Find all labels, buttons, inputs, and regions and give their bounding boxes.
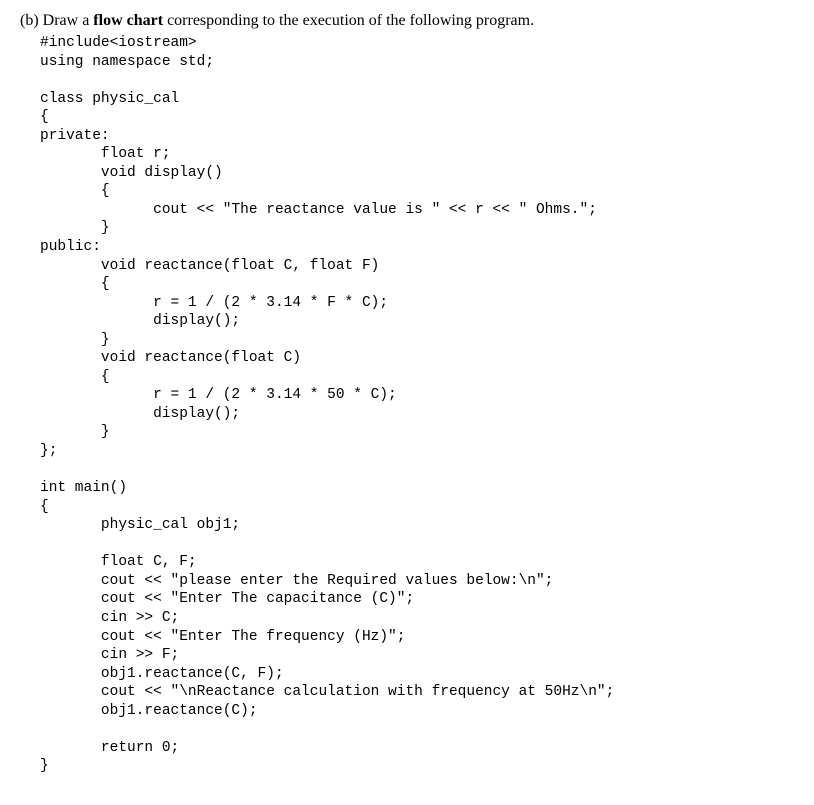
code-line: #include<iostream>: [40, 35, 197, 51]
code-line: float r;: [40, 146, 171, 162]
code-line: r = 1 / (2 * 3.14 * 50 * C);: [40, 387, 397, 403]
question-prefix: Draw a: [43, 12, 94, 29]
code-line: {: [40, 183, 110, 199]
code-line: void reactance(float C, float F): [40, 258, 379, 274]
question-prompt: (b) Draw a flow chart corresponding to t…: [20, 12, 794, 30]
code-line: cout << "Enter The frequency (Hz)";: [40, 629, 405, 645]
code-line: int main(): [40, 480, 127, 496]
question-suffix: corresponding to the execution of the fo…: [163, 12, 534, 29]
code-line: obj1.reactance(C);: [40, 703, 258, 719]
code-line: }: [40, 220, 110, 236]
code-line: using namespace std;: [40, 54, 214, 70]
question-label: (b): [20, 12, 43, 29]
code-line: float C, F;: [40, 554, 197, 570]
code-line: display();: [40, 406, 240, 422]
code-line: display();: [40, 313, 240, 329]
code-block: #include<iostream> using namespace std; …: [40, 34, 794, 776]
code-line: private:: [40, 128, 110, 144]
code-line: public:: [40, 239, 101, 255]
code-line: };: [40, 443, 57, 459]
code-line: void reactance(float C): [40, 350, 301, 366]
code-line: physic_cal obj1;: [40, 517, 240, 533]
question-bold: flow chart: [93, 12, 163, 29]
code-line: {: [40, 369, 110, 385]
code-line: cout << "\nReactance calculation with fr…: [40, 684, 614, 700]
code-line: class physic_cal: [40, 91, 179, 107]
code-line: }: [40, 332, 110, 348]
code-line: {: [40, 499, 49, 515]
code-line: }: [40, 758, 49, 774]
code-line: cin >> C;: [40, 610, 179, 626]
code-line: void display(): [40, 165, 223, 181]
code-line: {: [40, 109, 49, 125]
code-line: cin >> F;: [40, 647, 179, 663]
code-line: obj1.reactance(C, F);: [40, 666, 284, 682]
code-line: return 0;: [40, 740, 179, 756]
code-line: cout << "please enter the Required value…: [40, 573, 553, 589]
code-line: cout << "Enter The capacitance (C)";: [40, 591, 414, 607]
code-line: {: [40, 276, 110, 292]
code-line: }: [40, 424, 110, 440]
code-line: r = 1 / (2 * 3.14 * F * C);: [40, 295, 388, 311]
code-line: cout << "The reactance value is " << r <…: [40, 202, 597, 218]
